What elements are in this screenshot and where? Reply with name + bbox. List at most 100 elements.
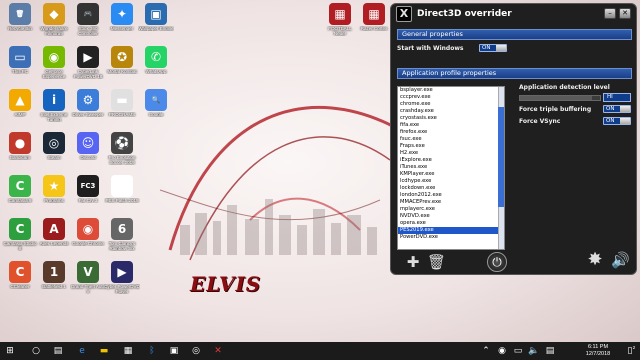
desktop-icon-label: FOOTBALL Neuer [328, 26, 352, 36]
close-button[interactable]: ✕ [619, 8, 631, 19]
detection-level-label: Application detection level [519, 84, 610, 91]
process-list-item[interactable]: NVDVD.exe [398, 213, 504, 220]
desktop-icon-label: Wallpaper Engine [138, 26, 174, 31]
desktop-icon[interactable]: ✦ Messenger [104, 3, 140, 31]
search-icon[interactable]: ○ [30, 345, 42, 357]
desktop-icon[interactable]: ★ Programs [36, 175, 72, 203]
process-list-item[interactable]: fsuc.exe [398, 136, 504, 143]
desktop-icon[interactable]: ▣ Wallpaper Engine [138, 3, 174, 31]
process-list-item[interactable]: Fraps.exe [398, 143, 504, 150]
bluetooth-icon[interactable]: ᛒ [146, 345, 158, 357]
desktop-icon[interactable]: ▦ FOOTBALL Neuer [322, 3, 358, 36]
app-window-icon[interactable]: ▣ [168, 345, 180, 357]
d3d-titlebar[interactable]: X Direct3D overrider – ✕ [391, 4, 636, 24]
desktop-icon[interactable]: ✆ WhatsApp [138, 46, 174, 74]
network-icon[interactable]: ▭ [512, 345, 524, 357]
sound-icon[interactable]: 🔊 [611, 252, 630, 268]
desktop-icon[interactable]: ▶ Cyber PowerDVD Player [104, 261, 140, 294]
desktop-icon[interactable]: FC3 Far Cry 3 [70, 175, 106, 203]
desktop-icon[interactable]: ◉ GeForce Experience [36, 46, 72, 79]
delete-icon[interactable]: 🗑 [427, 254, 446, 270]
file-explorer-icon[interactable]: ▬ [98, 345, 110, 357]
desktop-icon[interactable]: P PES Patch 2019 [104, 175, 140, 203]
desktop-icon[interactable]: C Camtasia Studio 8 [2, 218, 38, 251]
start-button-icon[interactable]: ⊞ [4, 345, 16, 357]
desktop-icon[interactable]: ▬ PROGRAMS [104, 89, 140, 117]
desktop-icon[interactable]: ☺ Discord [70, 132, 106, 160]
process-scroll-thumb[interactable] [498, 107, 504, 207]
app-icon: ◉ [43, 46, 65, 68]
app-icon: C [9, 261, 31, 283]
desktop-icon-label: Discord [80, 155, 96, 160]
desktop-icon-label: Google [148, 112, 164, 117]
language-icon[interactable]: ▤ [544, 345, 556, 357]
process-list-item[interactable]: lockdown.exe [398, 185, 504, 192]
process-list-item[interactable]: opera.exe [398, 220, 504, 227]
desktop-icon-label: Razer Cortex [360, 26, 388, 31]
settings-icon[interactable]: ✸ [587, 251, 603, 269]
edge-icon[interactable]: e [76, 345, 88, 357]
process-list-item[interactable]: london2012.exe [398, 192, 504, 199]
desktop-icon[interactable]: ▦ Razer Cortex [356, 3, 392, 31]
detection-level-slider[interactable] [519, 95, 601, 101]
desktop-icon[interactable]: C CCleaner [2, 261, 38, 289]
process-list-item[interactable]: fifa.exe [398, 122, 504, 129]
desktop-icon[interactable]: 6 Tom Clancy's Rainbow Six [104, 218, 140, 251]
desktop-icon[interactable]: ⚽ Pro Evolution Soccer 2019 [104, 132, 140, 165]
desktop-icon[interactable]: ▶ CyberLink PowerDVD 18 [70, 46, 106, 79]
desktop-icon[interactable]: C Camtasia 9 [2, 175, 38, 203]
desktop-icon[interactable]: 🎮 Xbox 360 Controller [70, 3, 106, 36]
process-list[interactable]: bsplayer.exe cccprev.exe chrome.exe crashda… [397, 86, 505, 250]
process-list-item[interactable]: MMACEPrev.exe [398, 199, 504, 206]
app-icon: C [9, 175, 31, 197]
desktop-icon[interactable]: ◆ Wondershare Filmora9 [36, 3, 72, 36]
process-scrollbar[interactable] [498, 87, 504, 249]
process-list-item[interactable]: lcdhype.exe [398, 178, 504, 185]
desktop-icon[interactable]: i Intel Extreme Tuning [36, 89, 72, 122]
task-view-icon[interactable]: ▤ [52, 345, 64, 357]
process-list-item[interactable]: iTunes.exe [398, 164, 504, 171]
desktop-icon[interactable]: ▲ AIMP [2, 89, 38, 117]
steam-icon[interactable]: ◎ [190, 345, 202, 357]
process-list-item[interactable]: mplayerc.exe [398, 206, 504, 213]
store-icon[interactable]: ▦ [122, 345, 134, 357]
desktop-icon[interactable]: V Grand Theft Auto V [70, 261, 106, 294]
volume-icon[interactable]: 🔈 [528, 345, 540, 357]
process-list-item[interactable]: H2.exe [398, 150, 504, 157]
start-with-windows-toggle[interactable]: ON [479, 44, 507, 52]
desktop-icon[interactable]: A Apex Legends [36, 218, 72, 246]
process-list-item[interactable]: PES2019.exe [398, 227, 504, 234]
chevron-up-icon[interactable]: ⌃ [480, 345, 492, 357]
power-icon[interactable]: ⏻ [487, 252, 507, 272]
desktop-icon[interactable]: ▭ This PC [2, 46, 38, 74]
process-list-item[interactable]: crashday.exe [398, 108, 504, 115]
desktop-icon-label: Programs [44, 198, 64, 203]
app-icon: 1 [43, 261, 65, 283]
taskbar-date[interactable]: 12/7/2018 [578, 351, 618, 357]
taskbar-time[interactable]: 6:11 PM [578, 344, 618, 350]
add-icon[interactable]: ✚ [405, 254, 421, 270]
desktop-icon[interactable]: 🗑 Recycle Bin [2, 3, 38, 31]
toggle-knob [620, 106, 630, 112]
process-list-item[interactable]: PowerDVD.exe [398, 234, 504, 241]
triple-buffering-toggle[interactable]: ON [603, 105, 631, 113]
process-list-item[interactable]: bsplayer.exe [398, 87, 504, 94]
process-list-item[interactable]: chrome.exe [398, 101, 504, 108]
desktop-icon[interactable]: 🔍 Google [138, 89, 174, 117]
detection-level-value[interactable]: HI [603, 93, 631, 102]
d3d-taskbar-icon[interactable]: ✕ [212, 345, 224, 357]
process-list-item[interactable]: cryostasis.exe [398, 115, 504, 122]
desktop-icon[interactable]: ✪ Mortal Kombat [104, 46, 140, 74]
process-list-item[interactable]: cccprev.exe [398, 94, 504, 101]
desktop-icon[interactable]: ◎ Steam [36, 132, 72, 160]
desktop-icon[interactable]: ● Bandicam [2, 132, 38, 160]
desktop-icon[interactable]: ⚙ Driver Sweeper [70, 89, 106, 117]
desktop-icon[interactable]: ◉ Google Chrome [70, 218, 106, 246]
desktop-icon[interactable]: 1 Battlefield 1 [36, 261, 72, 289]
gamepad-icon[interactable]: ◉ [496, 345, 508, 357]
vsync-toggle[interactable]: ON [603, 117, 631, 125]
process-list-item[interactable]: KMPlayer.exe [398, 171, 504, 178]
process-list-item[interactable]: firefox.exe [398, 129, 504, 136]
minimize-button[interactable]: – [604, 8, 616, 19]
process-list-item[interactable]: iExplore.exe [398, 157, 504, 164]
